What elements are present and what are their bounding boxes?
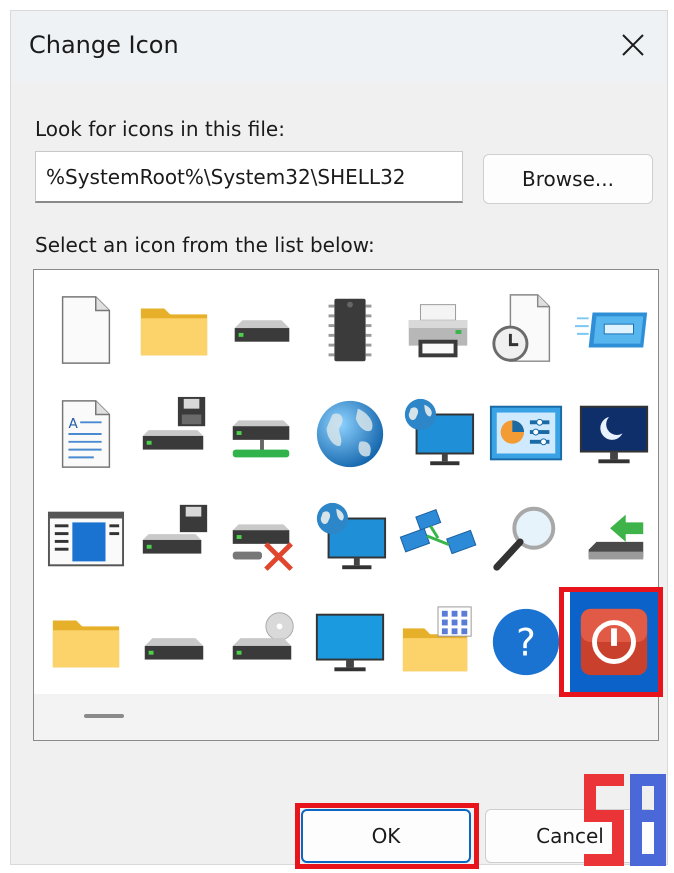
drive-icon — [144, 638, 204, 660]
icon-cell-selected[interactable] — [570, 590, 658, 694]
svg-text:?: ? — [516, 622, 536, 665]
icon-cell[interactable] — [218, 278, 306, 382]
icon-cell[interactable] — [130, 382, 218, 486]
drive-floppy-icon — [142, 504, 208, 554]
title-bar: Change Icon — [11, 11, 667, 83]
icon-list[interactable]: A ? — [33, 269, 659, 741]
network-drive-icon — [232, 420, 290, 458]
chip-icon — [328, 298, 372, 362]
folder-grid-icon — [402, 606, 472, 672]
icon-cell[interactable] — [394, 382, 482, 486]
icon-cell[interactable] — [218, 382, 306, 486]
browse-button[interactable]: Browse... — [483, 154, 653, 204]
horizontal-scrollbar[interactable] — [34, 694, 658, 740]
scrollbar-thumb[interactable] — [84, 714, 124, 718]
monitor-globe-icon — [316, 502, 387, 570]
icon-cell[interactable] — [306, 278, 394, 382]
help-icon: ? — [492, 608, 560, 676]
blank-document-icon — [61, 296, 111, 364]
printer-icon — [408, 304, 468, 358]
drive-cd-icon — [232, 612, 294, 660]
icon-cell[interactable] — [130, 590, 218, 694]
power-icon — [580, 608, 648, 676]
close-icon — [622, 34, 644, 56]
svg-text:A: A — [68, 416, 78, 432]
icon-cell[interactable] — [394, 486, 482, 590]
icon-cell[interactable] — [42, 278, 130, 382]
icon-cell[interactable] — [42, 590, 130, 694]
folder-icon — [52, 620, 120, 668]
icon-cell[interactable] — [130, 278, 218, 382]
icon-cell[interactable] — [570, 382, 658, 486]
icon-cell[interactable] — [130, 486, 218, 590]
globe-icon — [316, 400, 384, 468]
icon-cell[interactable] — [394, 278, 482, 382]
monitor-moon-icon — [579, 405, 649, 464]
ok-button[interactable]: OK — [301, 809, 471, 863]
dialog-title: Change Icon — [29, 31, 179, 59]
change-icon-dialog: Change Icon Look for icons in this file:… — [10, 10, 668, 869]
icon-cell[interactable] — [306, 382, 394, 486]
icon-cell[interactable] — [570, 486, 658, 590]
document-clock-icon — [492, 294, 551, 362]
magnifier-icon — [493, 506, 556, 571]
icon-cell[interactable] — [218, 486, 306, 590]
drive-disconnected-icon — [232, 524, 293, 571]
usb-drive-arrow-icon — [588, 514, 644, 560]
icon-cell[interactable] — [482, 382, 570, 486]
icon-cell[interactable] — [570, 278, 658, 382]
dvd-drive-icon — [575, 312, 648, 348]
drive-icon — [234, 320, 290, 342]
icon-cell[interactable] — [482, 278, 570, 382]
file-label: Look for icons in this file: — [35, 117, 285, 141]
folder-icon — [140, 308, 208, 356]
monitor-globe-icon — [404, 398, 475, 466]
icon-cell[interactable] — [482, 486, 570, 590]
watermark-logo — [584, 774, 666, 866]
icon-cell[interactable] — [306, 486, 394, 590]
icon-grid: A ? — [42, 278, 658, 694]
icon-cell[interactable] — [394, 590, 482, 694]
control-panel-icon — [489, 405, 563, 461]
icon-cell[interactable] — [218, 590, 306, 694]
text-document-icon: A — [61, 400, 111, 468]
icon-cell[interactable] — [42, 486, 130, 590]
icon-cell[interactable]: A — [42, 382, 130, 486]
icon-cell[interactable]: ? — [482, 590, 570, 694]
window-icon — [47, 511, 125, 567]
network-icon — [399, 509, 477, 555]
close-button[interactable] — [613, 25, 653, 65]
floppy-drive-icon — [142, 396, 206, 450]
icon-list-label: Select an icon from the list below: — [35, 233, 375, 257]
monitor-icon — [315, 613, 385, 672]
icon-file-path-input[interactable] — [35, 151, 463, 203]
icon-cell[interactable] — [306, 590, 394, 694]
